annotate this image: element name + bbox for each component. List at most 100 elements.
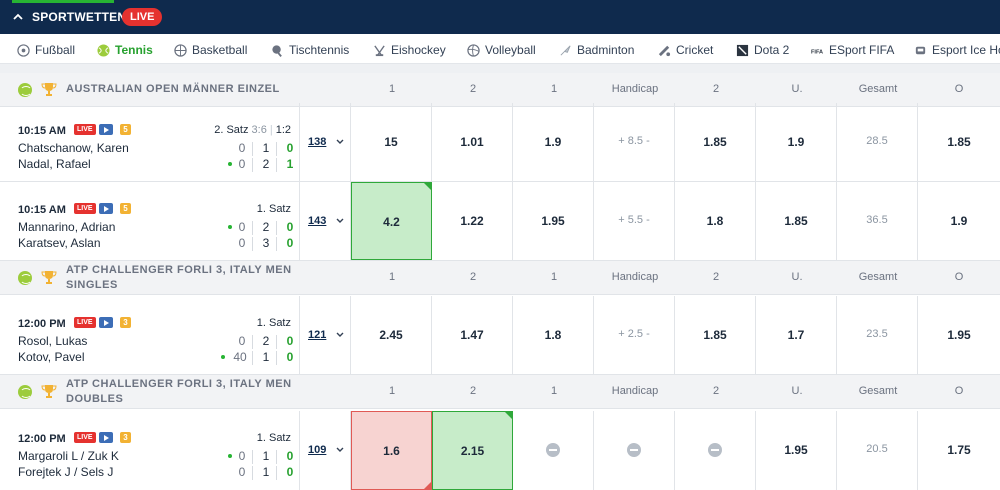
nav-item-volleyball[interactable]: Volleyball	[467, 41, 536, 59]
league-name[interactable]: ATP CHALLENGER FORLI 3, ITALY MEN SINGLES	[66, 263, 292, 293]
odd-cell[interactable]: 1.47	[432, 296, 513, 374]
current-set-score: 1	[286, 157, 294, 171]
markets-count-link[interactable]: 138	[308, 136, 326, 148]
chevron-down-icon[interactable]	[336, 446, 344, 454]
serve-indicator	[228, 225, 232, 229]
league-name[interactable]: AUSTRALIAN OPEN MÄNNER EINZEL	[66, 82, 280, 97]
col-header-hcp-2: 2	[712, 83, 720, 95]
ice-hockey-icon	[374, 44, 385, 56]
nav-label: Cricket	[676, 43, 714, 57]
live-stream-icon[interactable]	[99, 317, 113, 328]
games-score: 3	[262, 236, 270, 250]
odd-cell[interactable]: 1.85	[675, 296, 756, 374]
chevron-down-icon[interactable]	[336, 331, 344, 339]
col-header-handicap: Handicap	[611, 271, 659, 283]
more-markets[interactable]: 121	[300, 296, 351, 374]
sportwetten-header: SPORTWETTEN LIVE	[0, 0, 1000, 34]
col-header-hcp-1: 1	[550, 271, 558, 283]
cricket-icon	[658, 45, 671, 56]
odd-cell-rising[interactable]: 4.2	[351, 182, 432, 260]
odd-cell[interactable]: 1.85	[675, 103, 756, 181]
current-set-score: 0	[286, 141, 294, 155]
score-divider	[276, 221, 277, 235]
point-score: 0	[238, 449, 246, 463]
odd-cell[interactable]: 1.75	[918, 411, 1000, 490]
odd-cell[interactable]: 1.9	[513, 103, 594, 181]
odd-cell[interactable]: 1.8	[513, 296, 594, 374]
nav-item-tennis[interactable]: Tennis	[97, 41, 153, 59]
point-score: 0	[238, 157, 246, 171]
league-header: ATP CHALLENGER FORLI 3, ITALY MEN DOUBLES…	[0, 375, 1000, 409]
match-info[interactable]: 12:00 PM LIVE 3 1. Satz Margaroli L / Zu…	[0, 411, 300, 490]
odd-cell-rising[interactable]: 2.15	[432, 411, 513, 490]
col-header-hcp-2: 2	[712, 385, 720, 397]
odd-cell[interactable]: 1.01	[432, 103, 513, 181]
chevron-down-icon[interactable]	[336, 217, 344, 225]
live-badge: LIVE	[74, 432, 96, 443]
odds-down-indicator	[424, 482, 431, 489]
odd-cell[interactable]: 1.95	[918, 296, 1000, 374]
more-markets[interactable]: 143	[300, 182, 351, 260]
more-markets[interactable]: 138	[300, 103, 351, 181]
live-stream-icon[interactable]	[99, 124, 113, 135]
nav-label: Volleyball	[485, 43, 536, 57]
chevron-down-icon[interactable]	[336, 138, 344, 146]
odd-cell[interactable]: 1.9	[918, 182, 1000, 260]
markets-count-link[interactable]: 121	[308, 329, 326, 341]
odd-cell-falling[interactable]: 1.6	[351, 411, 432, 490]
current-set-score: 0	[286, 236, 294, 250]
set-status: 1. Satz	[256, 203, 291, 215]
match-row[interactable]: 10:15 AM LIVE 5 2. Satz 3:6 | 1:2 Chatscha…	[0, 103, 1000, 182]
odd-cell[interactable]: 1.85	[918, 103, 1000, 181]
odd-cell[interactable]: 15	[351, 103, 432, 181]
current-set-score: 0	[286, 350, 294, 364]
chevron-up-icon[interactable]	[12, 11, 24, 23]
odd-cell[interactable]: 2.45	[351, 296, 432, 374]
odd-cell[interactable]: 1.95	[756, 411, 837, 490]
handicap-line: + 5.5 -	[594, 182, 675, 260]
odd-cell[interactable]: 1.85	[756, 182, 837, 260]
odd-cell-suspended	[675, 411, 756, 490]
markets-count-link[interactable]: 143	[308, 215, 326, 227]
trophy-icon	[41, 385, 57, 398]
nav-item-badminton[interactable]: Badminton	[559, 41, 634, 59]
match-info[interactable]: 10:15 AM LIVE 5 2. Satz 3:6 | 1:2 Chatscha…	[0, 103, 300, 181]
more-markets[interactable]: 109	[300, 411, 351, 490]
odd-cell[interactable]: 1.22	[432, 182, 513, 260]
odd-cell-suspended	[594, 411, 675, 490]
nav-item-basketball[interactable]: Basketball	[174, 41, 247, 59]
live-stream-icon[interactable]	[99, 432, 113, 443]
match-time: 10:15 AM	[18, 204, 66, 216]
nav-item-fussball[interactable]: Fußball	[17, 41, 75, 59]
league-name[interactable]: ATP CHALLENGER FORLI 3, ITALY MEN DOUBLES	[66, 377, 292, 407]
nav-item-esport-ice-hockey[interactable]: Esport Ice Ho	[914, 41, 1000, 59]
nav-item-tischtennis[interactable]: Tischtennis	[271, 41, 349, 59]
nav-label: Fußball	[35, 43, 76, 57]
nav-item-dota2[interactable]: Dota 2	[736, 41, 789, 59]
match-row[interactable]: 12:00 PM LIVE 3 1. Satz Rosol, Lukas Kot…	[0, 296, 1000, 375]
col-header-under: U.	[791, 385, 803, 397]
live-badge[interactable]: LIVE	[122, 8, 163, 26]
basketball-icon	[174, 43, 187, 57]
match-row[interactable]: 12:00 PM LIVE 3 1. Satz Margaroli L / Zu…	[0, 411, 1000, 490]
odd-cell[interactable]: 1.95	[513, 182, 594, 260]
odds-up-indicator	[505, 412, 512, 419]
live-stream-icon[interactable]	[99, 203, 113, 214]
odd-cell[interactable]: 1.7	[756, 296, 837, 374]
col-header-2: 2	[469, 271, 477, 283]
total-line: 36.5	[837, 182, 918, 260]
set-count-badge: 5	[120, 203, 131, 214]
nav-item-eishockey[interactable]: Eishockey	[373, 41, 446, 59]
nav-item-cricket[interactable]: Cricket	[658, 41, 713, 59]
point-score: 40	[233, 350, 247, 364]
odd-cell[interactable]: 1.9	[756, 103, 837, 181]
match-info[interactable]: 10:15 AM LIVE 5 1. Satz Mannarino, Adria…	[0, 182, 300, 260]
col-header-1: 1	[388, 271, 396, 283]
odd-cell[interactable]: 1.8	[675, 182, 756, 260]
match-row[interactable]: 10:15 AM LIVE 5 1. Satz Mannarino, Adria…	[0, 182, 1000, 261]
trophy-icon	[41, 271, 57, 284]
col-header-gesamt: Gesamt	[858, 271, 898, 283]
markets-count-link[interactable]: 109	[308, 444, 326, 456]
nav-item-esport-fifa[interactable]: FIFA ESport FIFA	[811, 41, 894, 59]
match-info[interactable]: 12:00 PM LIVE 3 1. Satz Rosol, Lukas Kot…	[0, 296, 300, 374]
